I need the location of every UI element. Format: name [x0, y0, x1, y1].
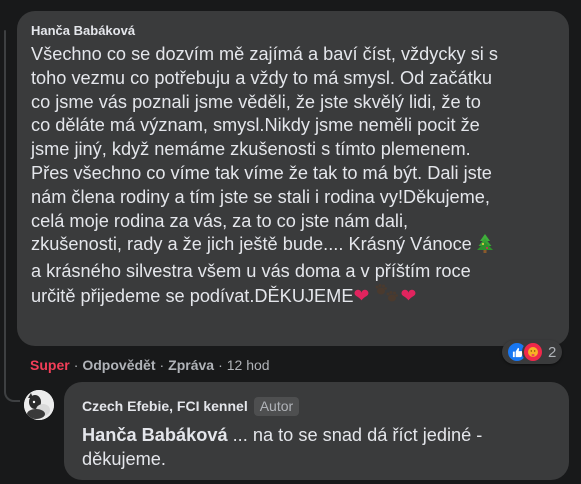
reply-author-avatar[interactable] [24, 390, 54, 420]
comment-line: co jsme vás poznali jsme věděli, že jste… [31, 91, 481, 112]
separator: · [218, 357, 223, 373]
comment-line-with-emojis: určitě přijedeme se podívat.DĚKUJEME❤ ❤ [31, 283, 557, 311]
red-heart-icon: ❤ [400, 285, 417, 307]
comment-line-with-tree: zkušenosti, rady a že jich ještě bude...… [31, 233, 557, 260]
separator: · [73, 357, 79, 373]
comment-line: určitě přijedeme se podívat.DĚKUJEME [31, 285, 354, 306]
author-badge: Autor [253, 396, 300, 416]
comment-timestamp[interactable]: 12 hod [227, 357, 270, 373]
mention-link[interactable]: Hanča Babáková [82, 425, 228, 445]
reaction-count: 2 [548, 343, 557, 361]
comment-line: co děláte má význam, smysl.Nikdy jsme ne… [31, 115, 480, 136]
christmas-tree-icon [476, 233, 493, 260]
message-button[interactable]: Zpráva [168, 357, 214, 373]
paw-prints-icon [374, 283, 400, 311]
comment-line: zkušenosti, rady a že jich ještě bude...… [31, 234, 472, 255]
comment-bubble: Hanča Babáková Všechno co se dozvím mě z… [17, 11, 569, 346]
comment-line: jsme jiný, když nemáme zkušenosti s tímt… [31, 139, 471, 160]
care-reaction-icon [522, 341, 544, 363]
comment-line: toho vezmu co potřebuju a vždy to má smy… [31, 67, 492, 88]
reply-text-part: ... na to se snad dá říct jediné - [227, 425, 483, 445]
red-heart-icon: ❤ [353, 285, 370, 307]
comment-text: Všechno co se dozvím mě zajímá a baví čí… [31, 43, 557, 311]
comment-line: celá moje rodina za vás, za to co jste n… [31, 210, 409, 231]
reply-text: Hanča Babáková ... na to se snad dá říct… [82, 423, 557, 471]
reaction-summary[interactable]: 2 [502, 340, 563, 364]
reply-line: děkujeme. [82, 449, 166, 469]
reply-connector-line [4, 370, 20, 402]
comment-line: Přes všechno co víme tak víme že tak to … [31, 162, 492, 183]
comment-actions: Super · Odpovědět · Zpráva · 12 hod [30, 357, 270, 373]
reply-author-name[interactable]: Czech Efebie, FCI kennel [82, 398, 248, 414]
super-reaction-button[interactable]: Super [30, 357, 70, 373]
comment-line: nám člena rodiny a tím jste se stali i r… [31, 186, 490, 207]
comment-line: Všechno co se dozvím mě zajímá a baví čí… [31, 44, 498, 64]
reply-author-row: Czech Efebie, FCI kennel Autor [82, 395, 557, 417]
separator: · [159, 357, 165, 373]
comment-line: a krásného silvestra všem u vás doma a v… [31, 261, 471, 282]
reply-line: Hanča Babáková ... na to se snad dá říct… [82, 423, 557, 447]
reply-bubble: Czech Efebie, FCI kennel Autor Hanča Bab… [64, 382, 569, 480]
reply-button[interactable]: Odpovědět [82, 357, 155, 373]
thread-line [4, 30, 6, 375]
comment-author[interactable]: Hanča Babáková [31, 22, 557, 40]
